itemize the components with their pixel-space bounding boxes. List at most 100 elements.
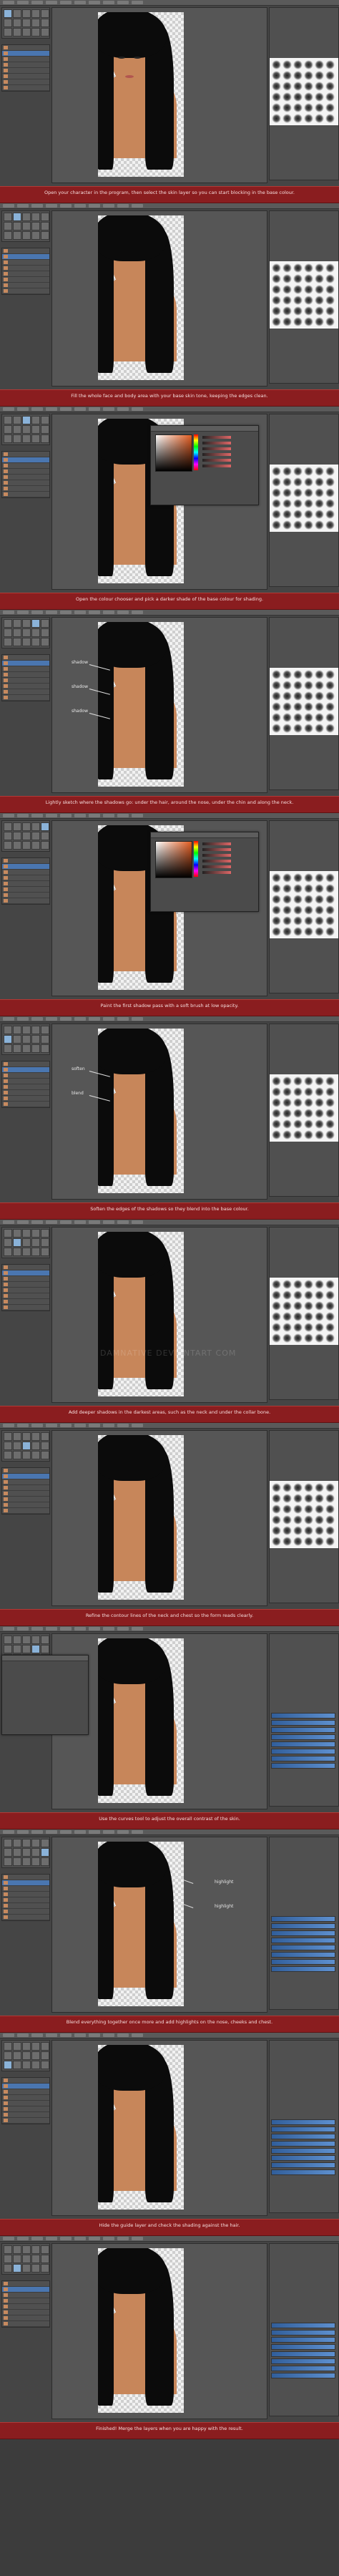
layer-row[interactable] [2,1903,49,1909]
brush-preset[interactable] [272,1098,281,1107]
layer-row[interactable] [2,1299,49,1305]
menu-item[interactable] [3,1830,14,1834]
brush-preset[interactable] [272,1537,281,1546]
brush-preset[interactable] [272,114,281,123]
brush-preset[interactable] [272,1076,281,1086]
brush-preset[interactable] [293,1301,303,1311]
tool-button[interactable] [41,231,49,240]
tool-button[interactable] [31,619,40,628]
tool-button[interactable] [41,1229,49,1238]
brush-preset[interactable] [293,92,303,102]
brush-preset[interactable] [293,895,303,904]
brush-preset[interactable] [304,1291,313,1300]
tool-button[interactable] [41,2245,49,2254]
tool-button[interactable] [22,638,31,646]
tool-button[interactable] [13,1044,21,1053]
tool-button[interactable] [31,1848,40,1857]
option-slider[interactable] [271,1756,335,1761]
layer-row[interactable] [2,1468,49,1474]
brush-preset[interactable] [304,71,313,80]
brush-preset[interactable] [304,520,313,530]
option-slider[interactable] [271,2148,335,2154]
menu-item[interactable] [31,611,43,614]
tool-button[interactable] [41,19,49,27]
tool-button[interactable] [31,841,40,850]
menu-item[interactable] [31,2237,43,2240]
brush-preset[interactable] [315,499,324,508]
tool-button[interactable] [13,1848,21,1857]
saturation-value-picker[interactable] [155,434,192,472]
menu-item[interactable] [117,1,129,4]
tool-button[interactable] [31,231,40,240]
layer-row[interactable] [2,1502,49,1508]
tool-button[interactable] [41,1248,49,1256]
menu-item[interactable] [74,1424,86,1427]
layer-row[interactable] [2,271,49,277]
brush-preset[interactable] [282,1119,292,1129]
menu-item[interactable] [60,1830,72,1834]
brush-preset[interactable] [282,1483,292,1492]
brush-preset[interactable] [272,317,281,326]
tool-button[interactable] [41,1238,49,1247]
brush-preset[interactable] [325,103,335,112]
tool-button[interactable] [41,222,49,230]
brush-preset[interactable] [315,92,324,102]
brush-preset[interactable] [304,713,313,722]
menu-item[interactable] [31,1627,43,1630]
tool-button[interactable] [22,1848,31,1857]
brush-preset[interactable] [325,1323,335,1332]
brush-preset[interactable] [304,467,313,476]
layer-row[interactable] [2,486,49,492]
menu-item[interactable] [3,1424,14,1427]
tool-button[interactable] [22,1442,31,1450]
option-slider[interactable] [271,2141,335,2147]
tool-button[interactable] [41,1432,49,1441]
menu-item[interactable] [74,611,86,614]
brush-preset[interactable] [304,510,313,519]
brush-preset[interactable] [282,670,292,679]
layer-row[interactable] [2,2293,49,2298]
brush-preset[interactable] [304,895,313,904]
menu-item[interactable] [117,204,129,208]
brush-preset[interactable] [325,1333,335,1343]
menu-item[interactable] [103,1220,114,1224]
tool-button[interactable] [22,2264,31,2273]
brush-preset[interactable] [293,724,303,733]
tool-button[interactable] [22,1035,31,1044]
brush-preset[interactable] [304,1537,313,1546]
menu-item[interactable] [3,204,14,208]
brush-preset[interactable] [293,670,303,679]
brush-preset[interactable] [272,467,281,476]
layer-row[interactable] [2,1305,49,1311]
brush-preset[interactable] [304,1301,313,1311]
tool-button[interactable] [13,1451,21,1459]
layer-row[interactable] [2,1096,49,1102]
menu-item[interactable] [17,204,29,208]
brush-preset[interactable] [315,1483,324,1492]
brush-preset[interactable] [325,1312,335,1321]
menu-item[interactable] [60,814,72,817]
brush-preset[interactable] [272,1526,281,1535]
tool-button[interactable] [31,416,40,424]
brush-preset[interactable] [282,92,292,102]
brush-preset[interactable] [272,499,281,508]
layer-row[interactable] [2,1067,49,1073]
brush-preset[interactable] [315,520,324,530]
option-slider[interactable] [271,2127,335,2132]
tool-button[interactable] [4,2245,12,2254]
tool-button[interactable] [41,425,49,434]
layer-row[interactable] [2,277,49,283]
menu-item[interactable] [31,814,43,817]
menu-item[interactable] [89,1627,100,1630]
brush-preset[interactable] [304,1494,313,1503]
menu-item[interactable] [46,611,57,614]
menu-item[interactable] [60,1627,72,1630]
tool-button[interactable] [31,1442,40,1450]
tool-button[interactable] [13,2051,21,2060]
tool-button[interactable] [13,2061,21,2069]
brush-preset[interactable] [315,1537,324,1546]
brush-preset[interactable] [293,296,303,305]
menu-item[interactable] [17,407,29,411]
menu-item[interactable] [3,2033,14,2037]
tool-button[interactable] [4,1442,12,1450]
